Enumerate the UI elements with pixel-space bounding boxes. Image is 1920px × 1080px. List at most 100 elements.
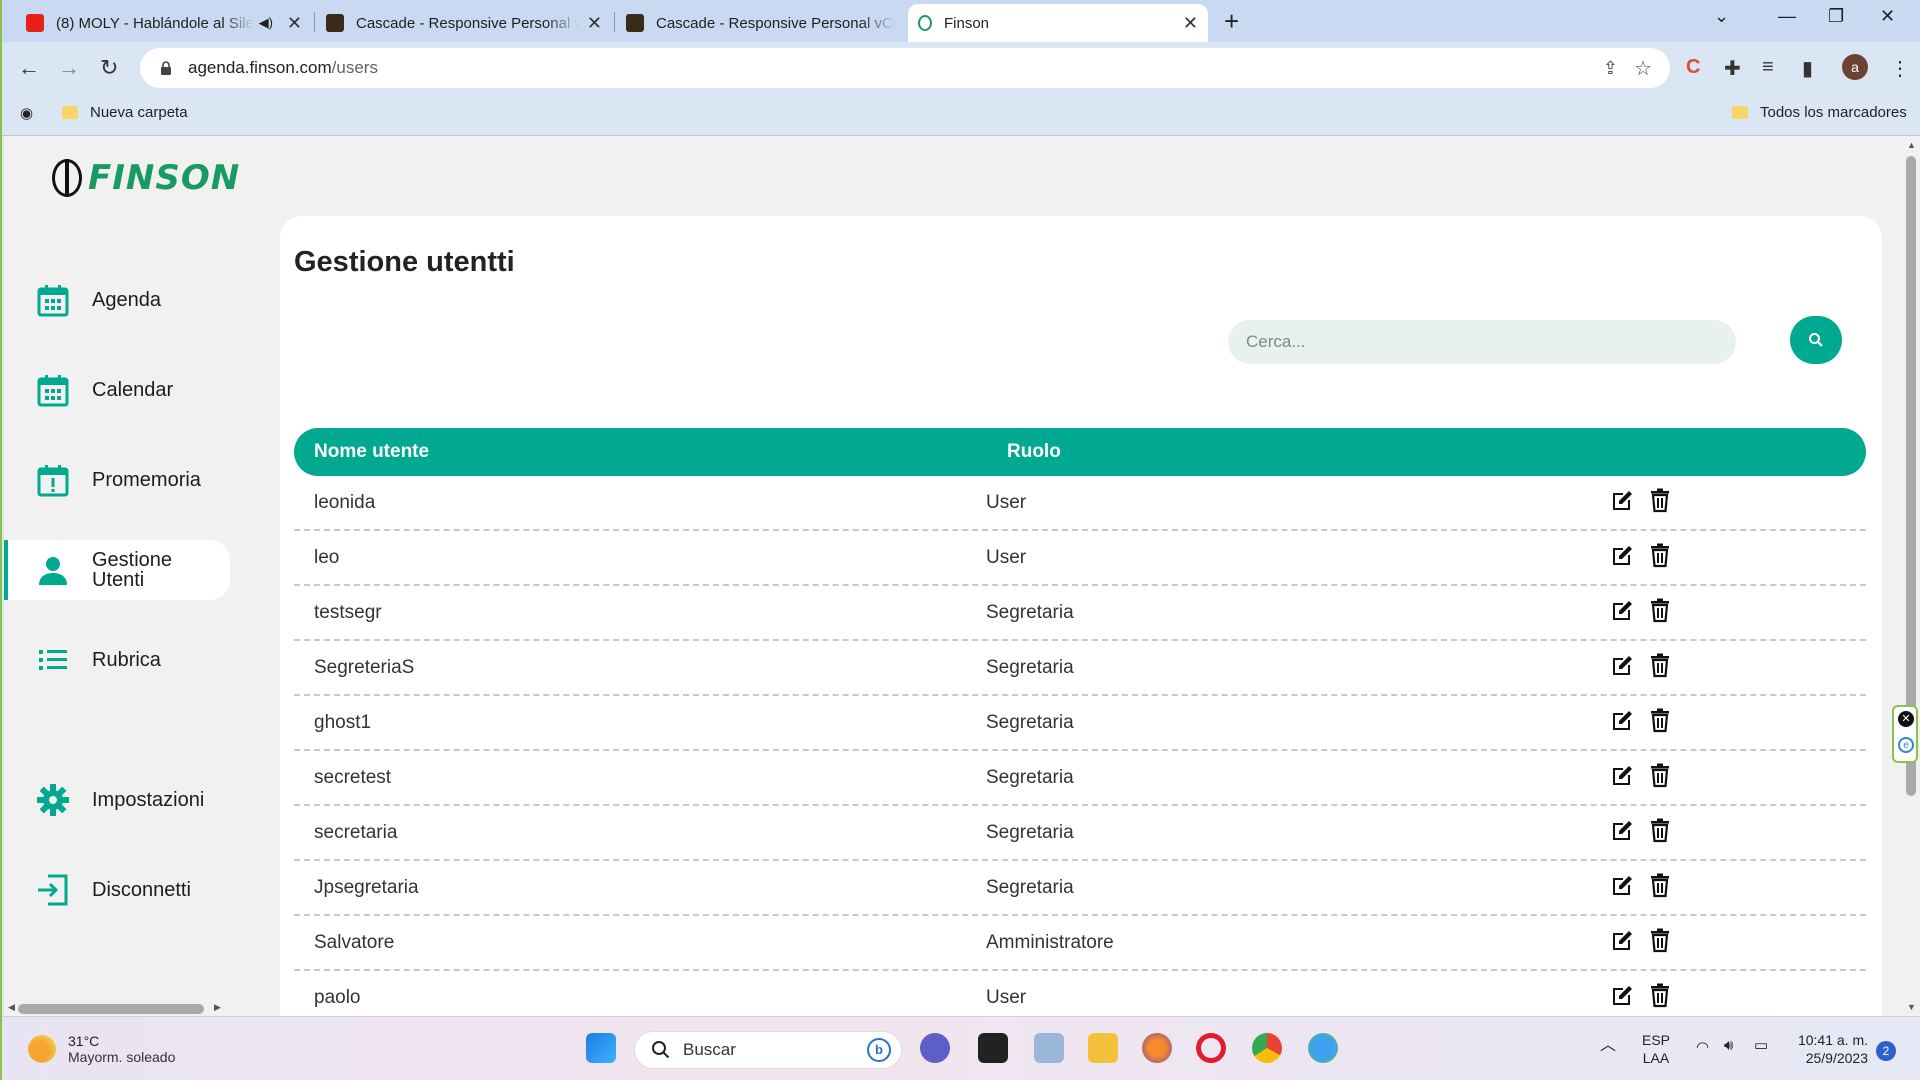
profile-avatar[interactable]: a xyxy=(1842,54,1868,80)
column-header-role[interactable]: Ruolo xyxy=(1007,441,1061,463)
share-icon[interactable]: ⇪ xyxy=(1603,58,1618,79)
sidebar-item-label: Calendar xyxy=(92,379,174,401)
all-bookmarks[interactable]: Todos los marcadores xyxy=(1732,104,1907,121)
close-icon[interactable]: ✕ xyxy=(587,13,602,34)
clock[interactable]: 10:41 a. m. 25/9/2023 xyxy=(1792,1031,1868,1067)
wifi-icon[interactable]: ◠ xyxy=(1696,1039,1709,1057)
sidebar-item-gestione-utenti[interactable]: Gestione Utenti xyxy=(4,540,230,600)
extension-e-icon[interactable]: e xyxy=(1898,737,1914,753)
tab-title: (8) MOLY - Hablándole al Silencio xyxy=(56,14,253,32)
terminal-icon[interactable] xyxy=(978,1033,1008,1063)
extensions-puzzle-icon[interactable]: ✚ xyxy=(1724,56,1741,81)
delete-icon[interactable] xyxy=(1648,927,1672,953)
speaker-icon[interactable]: ◀) xyxy=(259,15,273,31)
keyboard-layout: LAA xyxy=(1642,1050,1670,1066)
edit-icon[interactable] xyxy=(1610,927,1634,953)
bing-icon[interactable]: b xyxy=(867,1038,891,1062)
address-bar[interactable]: agenda.finson.com/users ⇪ ☆ xyxy=(140,48,1670,88)
delete-icon[interactable] xyxy=(1648,487,1672,513)
edit-icon[interactable] xyxy=(1610,542,1634,568)
scrollbar-thumb[interactable] xyxy=(1906,156,1916,796)
column-header-name[interactable]: Nome utente xyxy=(314,441,429,463)
finson-logo[interactable]: FINSON xyxy=(52,158,240,198)
close-icon[interactable]: ✕ xyxy=(287,13,302,34)
notification-badge[interactable]: 2 xyxy=(1876,1041,1896,1061)
scrollbar-thumb[interactable] xyxy=(18,1004,204,1014)
file-explorer-icon[interactable] xyxy=(1088,1033,1118,1063)
logout-icon xyxy=(38,874,68,906)
delete-icon[interactable] xyxy=(1648,762,1672,788)
monitor-app-icon[interactable] xyxy=(1034,1033,1064,1063)
sidebar-item-disconnetti[interactable]: Disconnetti xyxy=(4,860,230,920)
taskbar-search-label: Buscar xyxy=(683,1040,736,1059)
taskbar-search[interactable]: Buscar b xyxy=(634,1031,902,1069)
new-tab-button[interactable]: + xyxy=(1224,6,1239,37)
delete-icon[interactable] xyxy=(1648,652,1672,678)
users-card: Gestione utentti Nome utente Ruolo leoni… xyxy=(280,216,1882,1016)
tab-youtube[interactable]: (8) MOLY - Hablándole al Silencio ◀) ✕ xyxy=(16,4,312,42)
edit-icon[interactable] xyxy=(1610,872,1634,898)
tab-finson[interactable]: Finson ✕ xyxy=(908,4,1208,42)
opera-icon[interactable] xyxy=(1196,1033,1226,1063)
tab-strip: (8) MOLY - Hablándole al Silencio ◀) ✕ C… xyxy=(2,0,1920,42)
media-control-icon[interactable]: ≡ xyxy=(1762,56,1774,79)
windows-start-icon[interactable] xyxy=(586,1033,616,1063)
close-window-icon[interactable]: ✕ xyxy=(1880,6,1895,27)
language-indicator[interactable]: ESP LAA xyxy=(1642,1031,1670,1067)
edit-icon[interactable] xyxy=(1610,652,1634,678)
sidebar-item-impostazioni[interactable]: Impostazioni xyxy=(4,770,230,830)
delete-icon[interactable] xyxy=(1648,817,1672,843)
battery-icon[interactable]: ▭ xyxy=(1754,1037,1768,1055)
edit-icon[interactable] xyxy=(1610,597,1634,623)
table-header: Nome utente Ruolo xyxy=(294,428,1866,476)
bookmark-star-icon[interactable]: ☆ xyxy=(1634,56,1652,81)
edit-icon[interactable] xyxy=(1610,487,1634,513)
restore-icon[interactable]: ❐ xyxy=(1828,6,1844,27)
tab-cascade-1[interactable]: Cascade - Responsive Personal vCard ✕ xyxy=(316,4,612,42)
minimize-icon[interactable]: — xyxy=(1778,6,1796,27)
sidebar-item-agenda[interactable]: Agenda xyxy=(4,270,230,330)
table-row: testsegr Segretaria xyxy=(294,586,1866,641)
chat-app-icon[interactable] xyxy=(920,1033,950,1063)
sidebar-item-calendar[interactable]: Calendar xyxy=(4,360,230,420)
firefox-icon[interactable] xyxy=(1142,1033,1172,1063)
search-input[interactable] xyxy=(1228,320,1736,364)
delete-icon[interactable] xyxy=(1648,707,1672,733)
horizontal-scrollbar[interactable]: ◀ ▶ xyxy=(4,1000,230,1016)
extension-icon[interactable]: C xyxy=(1686,56,1700,79)
reload-icon[interactable]: ↻ xyxy=(100,55,118,81)
delete-icon[interactable] xyxy=(1648,982,1672,1008)
forward-icon[interactable]: → xyxy=(58,55,80,81)
clock-time: 10:41 a. m. xyxy=(1797,1032,1868,1048)
globe-app-icon[interactable] xyxy=(1308,1033,1338,1063)
chrome-icon[interactable] xyxy=(1252,1033,1282,1063)
search-button[interactable] xyxy=(1790,316,1842,364)
vertical-scrollbar[interactable]: ▲ ▼ xyxy=(1902,136,1920,1016)
close-icon[interactable]: ✕ xyxy=(1183,13,1198,34)
show-hidden-icons[interactable]: ︿ xyxy=(1600,1037,1616,1055)
globe-icon[interactable]: ◉ xyxy=(20,104,33,122)
edit-icon[interactable] xyxy=(1610,817,1634,843)
tab-cascade-2[interactable]: Cascade - Responsive Personal vCard xyxy=(616,4,906,42)
delete-icon[interactable] xyxy=(1648,872,1672,898)
edit-icon[interactable] xyxy=(1610,762,1634,788)
side-panel-icon[interactable]: ▮ xyxy=(1802,56,1813,81)
edit-icon[interactable] xyxy=(1610,707,1634,733)
tab-search-icon[interactable]: ⌄ xyxy=(1714,6,1729,27)
youtube-icon xyxy=(26,14,44,32)
menu-kebab-icon[interactable]: ⋮ xyxy=(1890,56,1910,81)
delete-icon[interactable] xyxy=(1648,542,1672,568)
role-cell: Segretaria xyxy=(986,877,1074,898)
weather-widget[interactable]: 31°C Mayorm. soleado xyxy=(28,1033,175,1065)
bookmark-folder[interactable]: Nueva carpeta xyxy=(62,104,188,121)
floating-extension-buttons[interactable]: ✕ e xyxy=(1892,705,1918,763)
table-row: SegreteriaS Segretaria xyxy=(294,641,1866,696)
delete-icon[interactable] xyxy=(1648,597,1672,623)
sidebar-item-promemoria[interactable]: Promemoria xyxy=(4,450,230,510)
volume-icon[interactable]: 🔊︎ xyxy=(1724,1037,1733,1055)
back-icon[interactable]: ← xyxy=(18,55,40,81)
sidebar-item-label: Agenda xyxy=(92,289,161,311)
edit-icon[interactable] xyxy=(1610,982,1634,1008)
sidebar-item-rubrica[interactable]: Rubrica xyxy=(4,630,230,690)
close-circle-icon[interactable]: ✕ xyxy=(1898,711,1914,727)
